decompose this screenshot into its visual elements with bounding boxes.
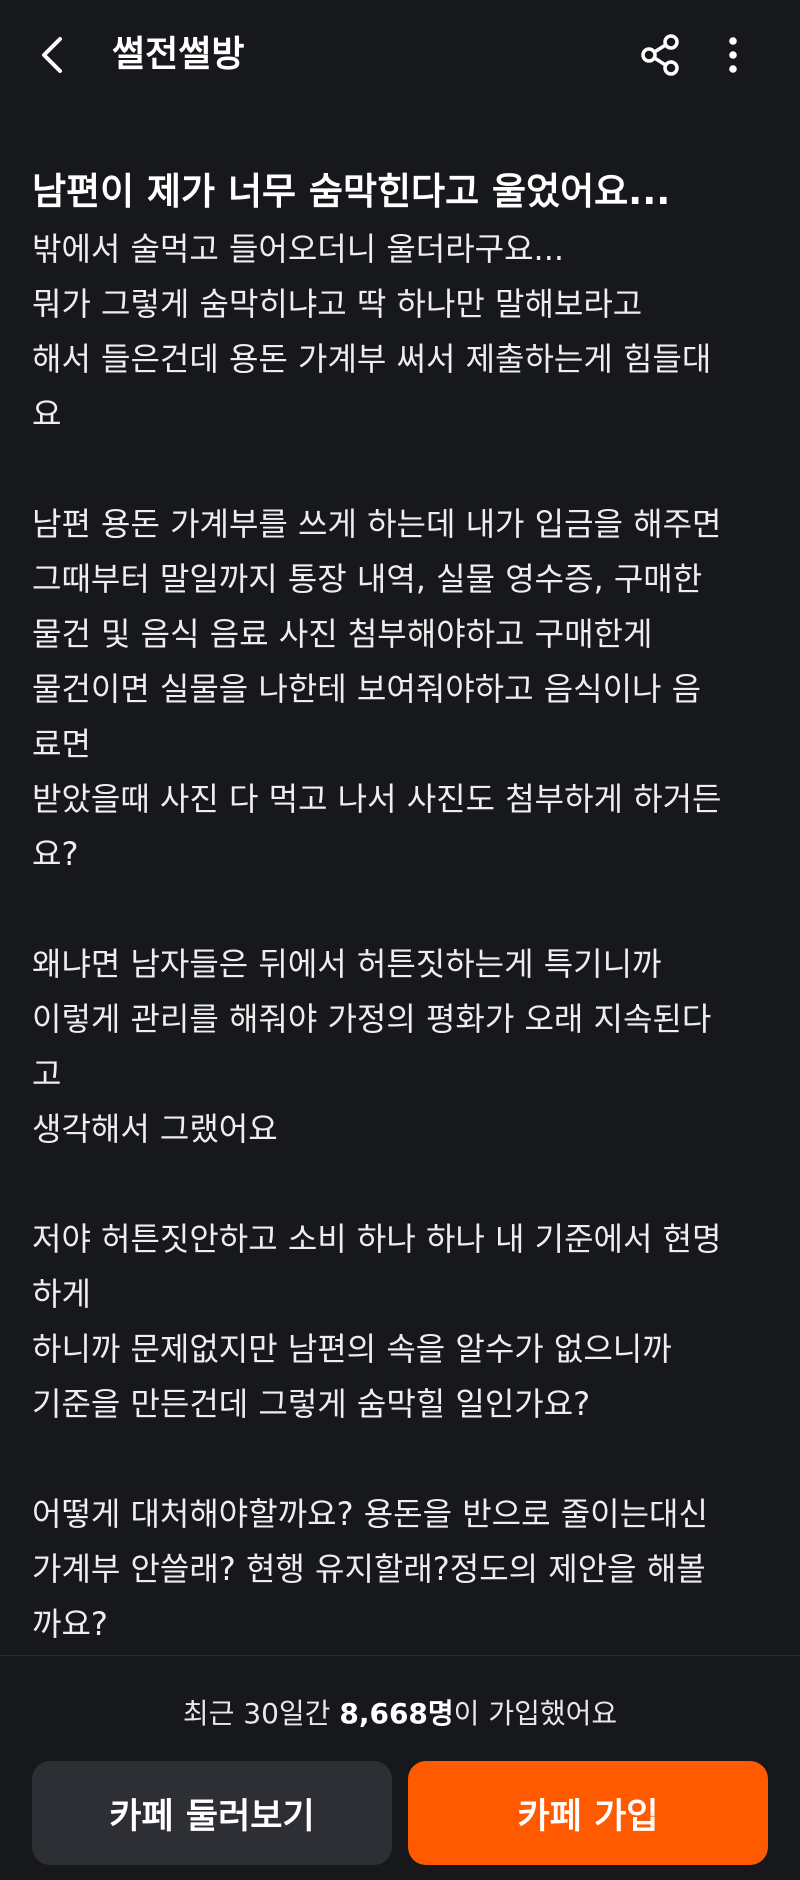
post-line: 저야 허튼짓안하고 소비 하나 하나 내 기준에서 현명 xyxy=(32,1220,722,1258)
post-line: 고 xyxy=(32,1055,62,1093)
cafe-name: 썰전썰방 xyxy=(112,34,245,75)
back-button[interactable] xyxy=(28,30,78,80)
join-info-text: 최근 30일간 8,668명이 가입했어요 xyxy=(0,1694,800,1734)
post-line: 기준을 만든건데 그렇게 숨막힐 일인가요? xyxy=(32,1385,591,1423)
share-button[interactable] xyxy=(636,30,686,80)
post-title: 남편이 제가 너무 숨막힌다고 울었어요... xyxy=(32,169,671,213)
post-line: 요 xyxy=(32,395,62,433)
post-line: 하게 xyxy=(32,1275,91,1313)
post-line: 료면 xyxy=(32,725,91,763)
post-line: 물건이면 실물을 나한테 보여줘야하고 음식이나 음 xyxy=(32,670,702,708)
more-vertical-icon xyxy=(729,37,737,73)
post-line: 남편 용돈 가계부를 쓰게 하는데 내가 입금을 해주면 xyxy=(32,505,722,543)
join-info-prefix: 최근 30일간 xyxy=(182,1697,340,1730)
join-count: 8,668명 xyxy=(339,1697,454,1730)
post-line: 왜냐면 남자들은 뒤에서 허튼짓하는게 특기니까 xyxy=(32,945,662,983)
browse-cafe-button[interactable]: 카페 둘러보기 xyxy=(32,1761,392,1865)
post-line: 해서 들은건데 용돈 가계부 써서 제출하는게 힘들대 xyxy=(32,340,712,378)
chevron-left-icon xyxy=(42,37,62,73)
post-line: 이렇게 관리를 해줘야 가정의 평화가 오래 지속된다 xyxy=(32,1000,712,1038)
join-cafe-button[interactable]: 카페 가입 xyxy=(408,1761,768,1865)
share-icon xyxy=(641,34,679,76)
post-line: 가계부 안쓸래? 현행 유지할래?정도의 제안을 해볼 xyxy=(32,1550,706,1588)
post-line: 뭐가 그렇게 숨막히냐고 딱 하나만 말해보라고 xyxy=(32,285,643,323)
post-line: 생각해서 그랬어요 xyxy=(32,1110,278,1148)
post-body: 밖에서 술먹고 들어오더니 울더라구요... 뭐가 그렇게 숨막히냐고 딱 하나만… xyxy=(32,222,772,1652)
more-options-button[interactable] xyxy=(708,30,758,80)
post-line: 하니까 문제없지만 남편의 속을 알수가 없으니까 xyxy=(32,1330,672,1368)
post-content: 남편이 제가 너무 숨막힌다고 울었어요... 밖에서 술먹고 들어오더니 울더… xyxy=(0,110,800,1655)
post-line: 어떻게 대처해야할까요? 용돈을 반으로 줄이는대신 xyxy=(32,1495,708,1533)
post-line: 까요? xyxy=(32,1605,108,1643)
post-line: 받았을때 사진 다 먹고 나서 사진도 첨부하게 하거든 xyxy=(32,780,722,818)
post-line: 밖에서 술먹고 들어오더니 울더라구요... xyxy=(32,230,565,268)
post-line: 물건 및 음식 음료 사진 첨부해야하고 구매한게 xyxy=(32,615,653,653)
join-bar: 최근 30일간 8,668명이 가입했어요 카페 둘러보기 카페 가입 xyxy=(0,1655,800,1880)
join-info-suffix: 이 가입했어요 xyxy=(453,1697,618,1730)
post-line: 요? xyxy=(32,835,79,873)
post-line: 그때부터 말일까지 통장 내역, 실물 영수증, 구매한 xyxy=(32,560,703,598)
app-header: 썰전썰방 xyxy=(0,0,800,110)
